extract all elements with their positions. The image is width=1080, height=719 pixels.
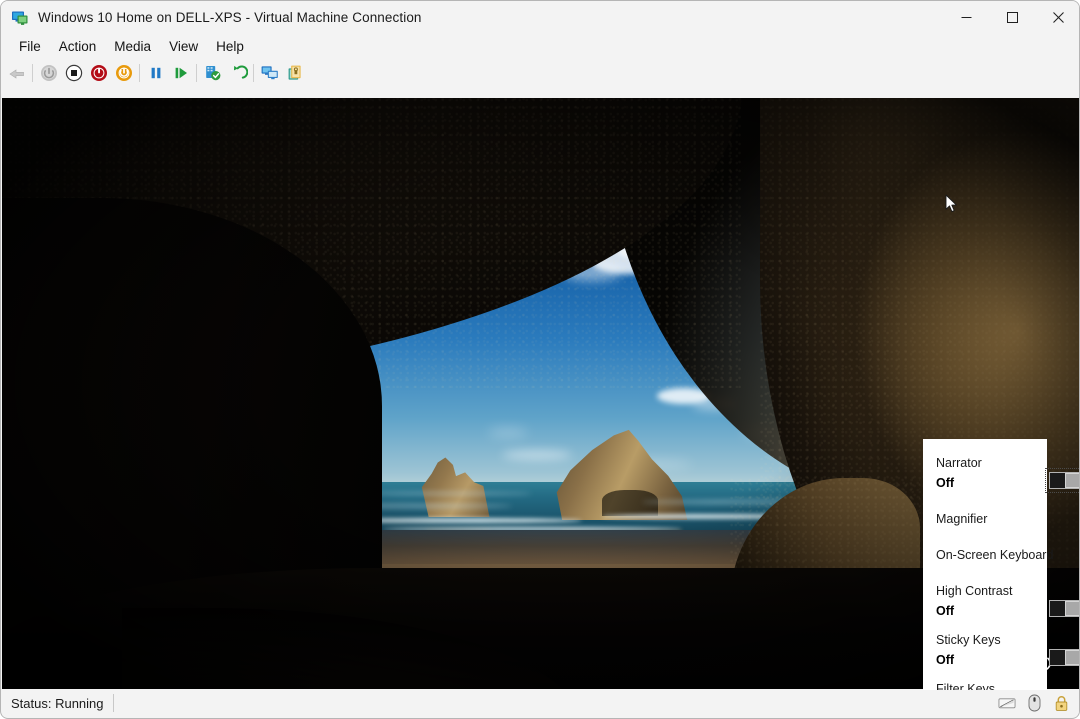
ease-item-sticky-keys[interactable]: Sticky Keys Off <box>923 630 1079 670</box>
ease-item-label: High Contrast <box>936 584 1013 598</box>
high-contrast-toggle[interactable] <box>1049 600 1079 617</box>
toolbar-separator <box>253 63 254 82</box>
surf-line <box>362 492 532 495</box>
ease-item-narrator[interactable]: Narrator Off <box>923 453 1079 493</box>
close-button[interactable] <box>1035 1 1079 33</box>
lock-icon[interactable] <box>1052 694 1070 712</box>
menu-view[interactable]: View <box>160 36 207 57</box>
vm-connection-window: Windows 10 Home on DELL-XPS - Virtual Ma… <box>0 0 1080 719</box>
share-icon[interactable] <box>282 60 307 85</box>
cloud <box>488 428 528 437</box>
menu-bar: File Action Media View Help <box>1 34 1079 59</box>
status-text: Status: Running <box>11 695 104 711</box>
toggle-track <box>1065 473 1079 488</box>
ease-item-label: Magnifier <box>936 512 988 526</box>
toolbar-separator <box>196 63 197 82</box>
pause-icon[interactable] <box>143 60 168 85</box>
window-controls <box>943 1 1079 33</box>
status-divider <box>112 694 114 712</box>
save-state-icon[interactable] <box>111 60 136 85</box>
toolbar-separator <box>139 63 140 82</box>
revert-icon[interactable] <box>225 60 250 85</box>
ease-item-on-screen-keyboard[interactable]: On-Screen Keyboard <box>923 545 1054 565</box>
shut-down-icon[interactable] <box>86 60 111 85</box>
resume-icon[interactable] <box>168 60 193 85</box>
ease-item-label: Filter Keys <box>936 682 996 690</box>
narrator-toggle[interactable] <box>1045 468 1079 493</box>
vm-display[interactable]: Narrator Off Magnifier On-Screen Keyboar… <box>2 98 1079 690</box>
ease-item-magnifier[interactable]: Magnifier <box>923 509 1047 529</box>
sea-stack-right-shadow <box>602 490 658 516</box>
title-bar: Windows 10 Home on DELL-XPS - Virtual Ma… <box>1 1 1079 34</box>
vm-connection-icon <box>11 9 29 27</box>
enhanced-session-icon[interactable] <box>257 60 282 85</box>
ease-of-access-flyout: Narrator Off Magnifier On-Screen Keyboar… <box>923 439 1079 690</box>
ease-item-high-contrast[interactable]: High Contrast Off <box>923 581 1079 621</box>
menu-file[interactable]: File <box>10 36 50 57</box>
keyboard-capture-icon[interactable] <box>998 694 1016 712</box>
ease-item-filter-keys[interactable]: Filter Keys Off <box>923 679 1047 690</box>
status-bar-icons <box>998 694 1070 712</box>
start-icon[interactable] <box>36 60 61 85</box>
toggle-track <box>1065 650 1079 665</box>
toggle-knob <box>1050 650 1065 665</box>
menu-media[interactable]: Media <box>105 36 160 57</box>
toggle-knob <box>1050 473 1065 488</box>
mouse-capture-icon[interactable] <box>1025 694 1043 712</box>
status-bar: Status: Running <box>2 689 1079 717</box>
toggle-track <box>1065 601 1079 616</box>
menu-action[interactable]: Action <box>50 36 106 57</box>
ease-item-state: Off <box>936 653 955 667</box>
toolbar-separator <box>32 63 33 82</box>
maximize-button[interactable] <box>989 1 1035 33</box>
checkpoint-icon[interactable] <box>200 60 225 85</box>
sticky-keys-toggle[interactable] <box>1049 649 1079 666</box>
cloud <box>502 450 572 460</box>
ease-item-label: Narrator <box>936 456 982 470</box>
window-title: Windows 10 Home on DELL-XPS - Virtual Ma… <box>38 10 422 25</box>
turn-off-icon[interactable] <box>61 60 86 85</box>
ease-item-label: Sticky Keys <box>936 633 1001 647</box>
ease-item-state: Off <box>936 604 955 618</box>
minimize-button[interactable] <box>943 1 989 33</box>
ease-item-label: On-Screen Keyboard <box>936 548 1054 562</box>
menu-help[interactable]: Help <box>207 36 253 57</box>
ease-item-state: Off <box>936 476 955 490</box>
toolbar <box>1 59 1079 86</box>
desktop-wallpaper <box>2 98 1079 690</box>
toggle-knob <box>1050 601 1065 616</box>
ctrl-alt-delete-icon[interactable] <box>4 60 29 85</box>
